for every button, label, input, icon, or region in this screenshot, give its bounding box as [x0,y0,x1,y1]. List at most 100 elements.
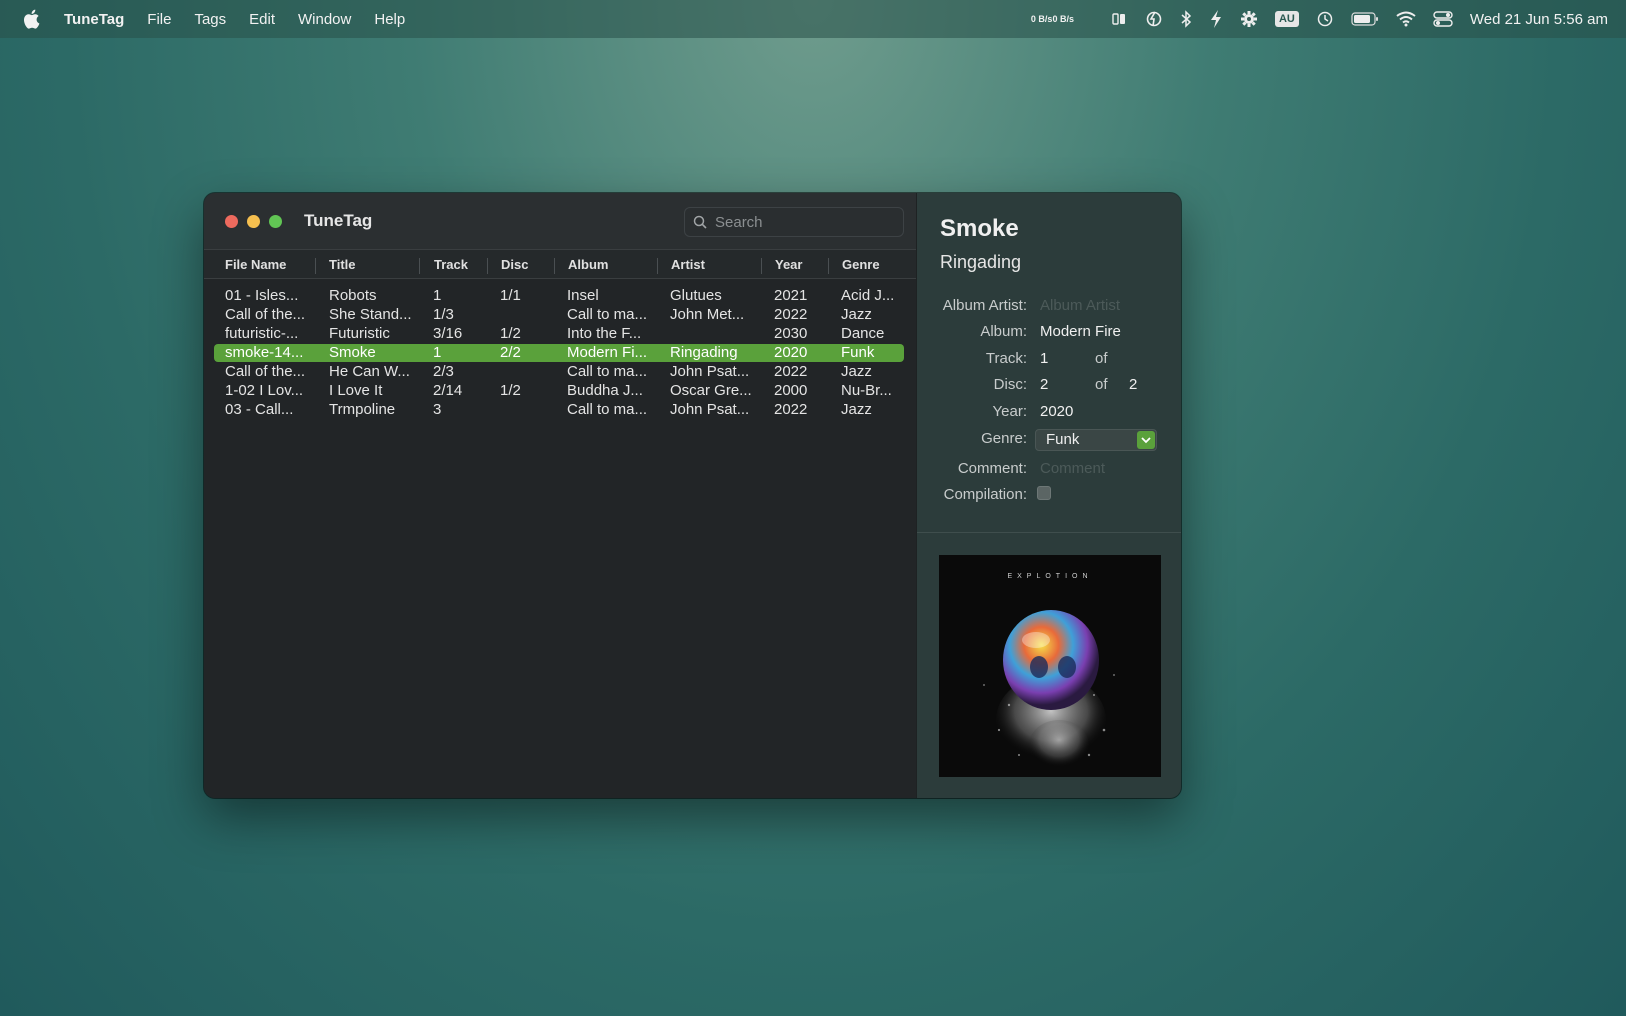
column-separator[interactable] [828,258,829,274]
status-area: 0 B/s 0 B/s AU Wed 21 Jun 5:56 am [1014,0,1608,38]
column-separator[interactable] [554,258,555,274]
battery-icon[interactable] [1351,12,1379,26]
column-header-artist[interactable]: Artist [671,250,705,280]
cell-genre: Dance [841,325,885,342]
network-speed[interactable]: 0 B/s 0 B/s [1031,14,1074,24]
cell-album: Call to ma... [567,363,648,380]
cell-year: 2022 [774,306,808,323]
album-artist-label: Album Artist: [942,297,1027,314]
album-artwork[interactable]: EXPLOTION [939,555,1161,777]
disc-number-field[interactable]: 2 [1040,376,1048,393]
menu-tags[interactable]: Tags [194,11,226,28]
column-header-album[interactable]: Album [568,250,608,280]
table-row[interactable]: 1-02 I Lov... I Love It 2/14 1/2 Buddha J...… [214,382,904,400]
track-of-label: of [1095,350,1108,367]
album-field[interactable]: Modern Fire [1040,323,1121,340]
cell-album: Call to ma... [567,401,648,418]
album-artist-field[interactable]: Album Artist [1040,297,1120,314]
window-title: TuneTag [304,211,373,230]
menu-file[interactable]: File [147,11,171,28]
track-number-field[interactable]: 1 [1040,350,1048,367]
maximize-button[interactable] [269,215,282,228]
menu-edit[interactable]: Edit [249,11,275,28]
cell-genre: Jazz [841,363,872,380]
column-header-title[interactable]: Title [329,250,356,280]
table-row[interactable]: 03 - Call... Trmpoline 3 Call to ma... John … [214,401,904,419]
cell-file-name: 03 - Call... [225,401,294,418]
year-field[interactable]: 2020 [1040,403,1073,420]
bluetooth-icon[interactable] [1180,10,1192,28]
cell-year: 2030 [774,325,808,342]
column-separator[interactable] [761,258,762,274]
control-center-icon[interactable] [1433,10,1453,28]
column-header-file-name[interactable]: File Name [225,250,286,280]
column-separator[interactable] [315,258,316,274]
minimize-button[interactable] [247,215,260,228]
menubar-clock[interactable]: Wed 21 Jun 5:56 am [1470,11,1608,28]
table-row[interactable]: futuristic-... Futuristic 3/16 1/2 Into the … [214,325,904,343]
wifi-icon[interactable] [1396,11,1416,27]
title-bar[interactable]: TuneTag [204,193,916,249]
artwork-title-text: EXPLOTION [1007,573,1093,580]
cell-disc [500,363,560,381]
column-separator[interactable] [657,258,658,274]
close-button[interactable] [225,215,238,228]
comment-field[interactable]: Comment [1040,460,1105,477]
time-machine-icon[interactable] [1316,10,1334,28]
cell-year: 2022 [774,363,808,380]
cell-artist: Ringading [670,344,738,361]
cell-track: 2/3 [433,363,454,380]
year-label: Year: [992,403,1027,420]
cell-disc [500,401,560,419]
input-source-badge[interactable]: AU [1274,11,1299,27]
compilation-checkbox[interactable] [1037,486,1051,500]
cell-file-name: Call of the... [225,363,306,380]
cell-track: 1 [433,344,442,361]
table-header: File Name Title Track Disc Album Artist … [204,249,916,279]
cell-title: Robots [329,287,377,304]
chevron-down-icon [1137,431,1155,449]
inspector-artist[interactable]: Ringading [940,252,1021,273]
netspeed-up: 0 B/s [1030,14,1053,24]
cell-genre: Jazz [841,401,872,418]
disc-total-field[interactable]: 2 [1129,376,1137,393]
bolt-icon[interactable] [1209,9,1223,29]
column-header-disc[interactable]: Disc [501,250,528,280]
disc-of-label: of [1095,376,1108,393]
table-row[interactable]: 01 - Isles... Robots 1 1/1 Insel Glutues 2021 A… [214,287,904,305]
menu-help[interactable]: Help [374,11,405,28]
column-header-year[interactable]: Year [775,250,802,280]
cell-year: 2000 [774,382,808,399]
table-row[interactable]: smoke-14... Smoke 1 2/2 Modern Fi... Ringadin… [214,344,904,362]
search-field[interactable] [684,207,904,237]
column-separator[interactable] [487,258,488,274]
genre-select[interactable]: Funk [1035,429,1157,451]
column-separator[interactable] [419,258,420,274]
cell-file-name: 01 - Isles... [225,287,299,304]
cell-title: Futuristic [329,325,390,342]
cell-disc: 2/2 [500,344,521,361]
cell-artist: Glutues [670,287,722,304]
column-header-genre[interactable]: Genre [842,250,880,280]
cell-genre: Jazz [841,306,872,323]
cell-title: Smoke [329,344,376,361]
cell-track: 3 [433,401,442,418]
cell-track: 2/14 [433,382,463,399]
menu-app-name[interactable]: TuneTag [64,11,124,28]
cell-album: Modern Fi... [567,344,648,361]
lightning-circle-icon[interactable] [1145,9,1163,29]
cell-genre: Funk [841,344,875,361]
apple-menu-icon[interactable] [22,9,40,29]
drive-icon[interactable] [1110,10,1128,28]
menu-window[interactable]: Window [298,11,351,28]
comment-label: Comment: [957,460,1027,477]
table-row[interactable]: Call of the... She Stand... 1/3 Call to ma.… [214,306,904,324]
tag-inspector: Smoke Ringading Album Artist: Album Arti… [916,193,1181,798]
table-row[interactable]: Call of the... He Can W... 2/3 Call to ma..… [214,363,904,381]
search-input[interactable] [715,213,895,231]
cell-track: 1 [433,287,442,304]
menu-bar: TuneTag File Tags Edit Window Help 0 B/s… [0,0,1626,38]
inspector-title[interactable]: Smoke [940,215,1019,243]
gear-icon[interactable] [1240,10,1258,28]
column-header-track[interactable]: Track [434,250,468,280]
